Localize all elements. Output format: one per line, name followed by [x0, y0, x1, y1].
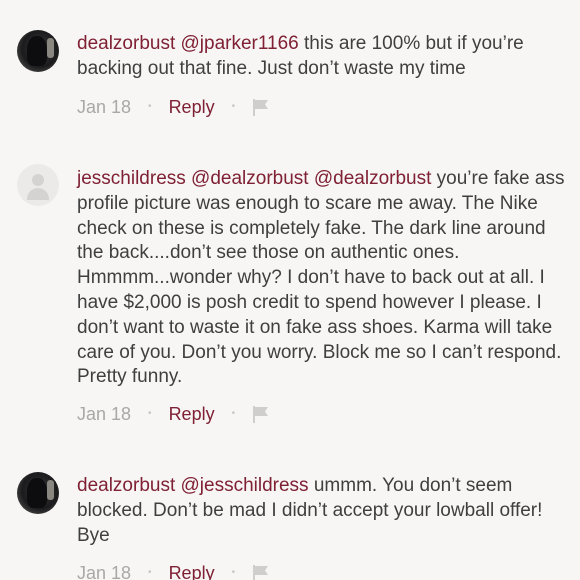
mention-link[interactable]: @jesschildress	[181, 475, 309, 496]
reply-button[interactable]: Reply	[169, 561, 215, 580]
avatar[interactable]	[17, 164, 59, 206]
mention-link[interactable]: @dealzorbust	[191, 168, 309, 189]
comment-date: Jan 18	[77, 404, 132, 425]
separator-dot: •	[231, 408, 236, 420]
default-avatar-body	[27, 188, 49, 200]
comment-date: Jan 18	[77, 563, 132, 580]
flag-icon[interactable]	[252, 405, 270, 424]
default-avatar-head	[32, 174, 44, 186]
mention-link[interactable]: @dealzorbust	[314, 168, 432, 189]
flag-icon[interactable]	[252, 564, 270, 580]
avatar[interactable]	[17, 472, 59, 514]
username-link[interactable]: dealzorbust	[77, 475, 175, 496]
avatar-silhouette	[27, 478, 47, 508]
avatar[interactable]	[17, 30, 59, 72]
separator-dot: •	[231, 567, 236, 579]
comment-meta: Jan 18 • Reply •	[77, 560, 270, 580]
comment-text: dealzorbust @jparker1166 this are 100% b…	[77, 32, 567, 82]
separator-dot: •	[148, 567, 152, 579]
reply-button[interactable]: Reply	[169, 95, 215, 119]
avatar-silhouette	[27, 36, 47, 66]
username-link[interactable]: jesschildress	[77, 168, 186, 189]
flag-icon[interactable]	[252, 98, 270, 117]
avatar-highlight	[47, 480, 54, 500]
separator-dot: •	[148, 408, 152, 420]
mention-link[interactable]: @jparker1166	[181, 33, 299, 54]
comment-body: you’re fake ass profile picture was enou…	[77, 168, 565, 388]
comment-date: Jan 18	[77, 97, 132, 118]
comment-meta: Jan 18 • Reply •	[77, 94, 270, 118]
separator-dot: •	[148, 101, 152, 113]
comment-text: jesschildress @dealzorbust @dealzorbust …	[77, 167, 567, 390]
comment-meta: Jan 18 • Reply •	[77, 401, 270, 425]
username-link[interactable]: dealzorbust	[77, 33, 175, 54]
separator-dot: •	[231, 101, 236, 113]
comment-text: dealzorbust @jesschildress ummm. You don…	[77, 474, 567, 548]
avatar-highlight	[47, 38, 54, 58]
reply-button[interactable]: Reply	[169, 402, 215, 426]
